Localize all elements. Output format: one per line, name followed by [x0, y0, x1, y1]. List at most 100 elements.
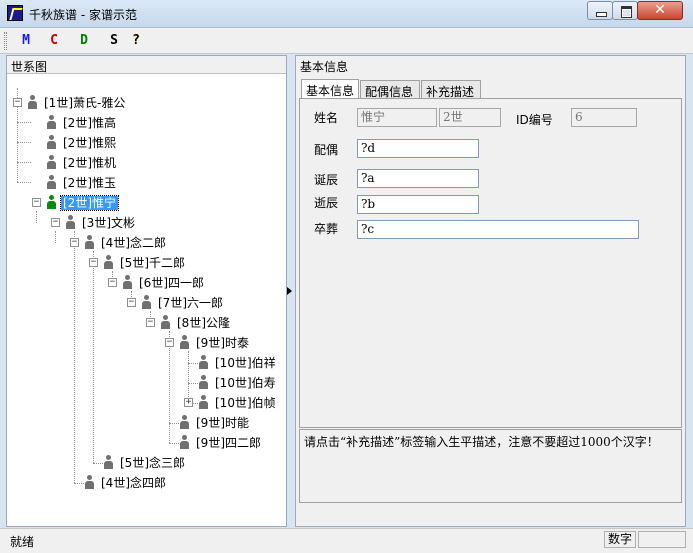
tree-node-label: [10世]伯帧: [215, 396, 276, 410]
collapse-toggle[interactable]: −: [165, 338, 174, 347]
id-label: ID编号: [516, 113, 553, 127]
close-button[interactable]: ✕: [637, 1, 683, 20]
tree-node-label: [8世]公隆: [177, 316, 230, 330]
close-icon: ✕: [654, 2, 666, 18]
status-cell-empty: [638, 531, 686, 548]
collapse-toggle[interactable]: −: [51, 218, 60, 227]
generation-field[interactable]: 2世: [439, 108, 501, 127]
person-icon: [46, 135, 57, 149]
person-icon: [179, 415, 190, 429]
tree-line: [17, 162, 31, 163]
birth-input[interactable]: ?a: [357, 169, 479, 188]
numlock-indicator: 数字: [604, 531, 636, 548]
burial-label: 卒葬: [314, 222, 339, 236]
burial-input[interactable]: ?c: [357, 220, 639, 239]
person-icon: [179, 335, 190, 349]
tree-node-label: [5世]千二郎: [120, 256, 185, 270]
birth-label: 诞辰: [314, 173, 339, 187]
tree-node-selected[interactable]: [2世]惟宁: [46, 194, 119, 212]
spouse-input[interactable]: ?d: [357, 139, 479, 158]
person-icon: [46, 175, 57, 189]
tree-node[interactable]: [10世]伯祥: [198, 354, 278, 372]
tree-node-label: [9世]四二郎: [196, 436, 261, 450]
person-icon: [46, 115, 57, 129]
person-icon: [65, 215, 76, 229]
tree-node[interactable]: [2世]惟高: [46, 114, 118, 132]
tree-node-label: [7世]六一郎: [158, 296, 223, 310]
collapse-toggle[interactable]: −: [89, 258, 98, 267]
toolbar-button-help[interactable]: ?: [126, 32, 146, 50]
tree-line: [188, 351, 189, 403]
status-text: 就绪: [10, 535, 35, 549]
tree-node[interactable]: [10世]伯帧: [198, 394, 278, 412]
minimize-button[interactable]: [587, 1, 613, 20]
collapse-toggle[interactable]: −: [32, 198, 41, 207]
genealogy-tree-panel: 世系图 − − − − − − − − − + [1世]萧氏-雅公 [2世]惟高…: [6, 55, 287, 527]
tree-node[interactable]: [9世]四二郎: [179, 434, 263, 452]
id-field[interactable]: 6: [571, 108, 637, 127]
person-icon: [103, 455, 114, 469]
tree-line: [17, 122, 31, 123]
tree-node[interactable]: [9世]时泰: [179, 334, 251, 352]
toolbar-grip[interactable]: [4, 32, 7, 50]
tree-node-label: [1世]萧氏-雅公: [44, 96, 126, 110]
tree-line: [93, 251, 94, 463]
collapse-toggle[interactable]: −: [108, 278, 117, 287]
person-icon: [84, 235, 95, 249]
expand-toggle[interactable]: +: [184, 398, 193, 407]
toolbar-button-m[interactable]: M: [16, 32, 36, 50]
tree-node-label: [3世]文彬: [82, 216, 135, 230]
tree-node[interactable]: [7世]六一郎: [141, 294, 225, 312]
tree-node[interactable]: [5世]念三郎: [103, 454, 187, 472]
toolbar-label-c: C: [50, 33, 58, 48]
tree-node[interactable]: [4世]念二郎: [84, 234, 168, 252]
toolbar-label-m: M: [22, 33, 30, 48]
toolbar-button-d[interactable]: D: [74, 32, 94, 50]
collapse-toggle[interactable]: −: [70, 238, 79, 247]
person-icon: [84, 475, 95, 489]
basic-info-form: 姓名 惟宁 2世 ID编号 6 配偶 ?d 诞辰 ?a 逝辰 ?b 卒葬 ?c: [299, 98, 682, 428]
info-panel: 基本信息 基本信息 配偶信息 补充描述 姓名 惟宁 2世 ID编号 6 配偶 ?…: [295, 55, 686, 527]
tab-basic-info[interactable]: 基本信息: [301, 79, 359, 100]
name-field[interactable]: 惟宁: [357, 108, 437, 127]
maximize-button[interactable]: [612, 1, 638, 20]
collapse-toggle[interactable]: −: [146, 318, 155, 327]
tree-node[interactable]: [6世]四一郎: [122, 274, 206, 292]
person-icon: [179, 435, 190, 449]
collapse-toggle[interactable]: −: [13, 98, 22, 107]
tree-panel-title: 世系图: [7, 56, 286, 74]
tree-node-label: [2世]惟高: [63, 116, 116, 130]
tree-node[interactable]: [3世]文彬: [65, 214, 137, 232]
death-input[interactable]: ?b: [357, 195, 479, 214]
genealogy-tree[interactable]: − − − − − − − − − + [1世]萧氏-雅公 [2世]惟高 [2世…: [7, 74, 286, 526]
splitter-arrow-icon[interactable]: [287, 287, 292, 295]
tab-description[interactable]: 补充描述: [421, 80, 481, 99]
person-icon: [198, 395, 209, 409]
person-icon: [141, 295, 152, 309]
tree-node[interactable]: [10世]伯寿: [198, 374, 278, 392]
death-label: 逝辰: [314, 196, 339, 210]
tree-node[interactable]: [2世]惟熙: [46, 134, 118, 152]
person-icon: [198, 375, 209, 389]
tree-node-label: [2世]惟熙: [63, 136, 116, 150]
tree-line: [17, 142, 31, 143]
tree-node[interactable]: [5世]千二郎: [103, 254, 187, 272]
tree-node-label: [2世]惟玉: [63, 176, 116, 190]
tree-node[interactable]: [2世]惟玉: [46, 174, 118, 192]
tree-line: [74, 231, 75, 483]
toolbar-button-s[interactable]: S: [104, 32, 124, 50]
tree-node-label: [4世]念二郎: [101, 236, 166, 250]
tree-node-label: [5世]念三郎: [120, 456, 185, 470]
tree-node[interactable]: [8世]公隆: [160, 314, 232, 332]
collapse-toggle[interactable]: −: [127, 298, 136, 307]
person-icon: [122, 275, 133, 289]
tree-node[interactable]: [2世]惟机: [46, 154, 118, 172]
tree-node[interactable]: [4世]念四郎: [84, 474, 168, 492]
tree-node[interactable]: [1世]萧氏-雅公: [27, 94, 127, 112]
description-box[interactable]: 请点击“补充描述”标签输入生平描述，注意不要超过1000个汉字！: [299, 429, 682, 503]
tree-line: [55, 231, 56, 243]
toolbar-button-c[interactable]: C: [44, 32, 64, 50]
tree-node[interactable]: [9世]时能: [179, 414, 251, 432]
tab-spouse-info[interactable]: 配偶信息: [360, 80, 420, 99]
title-bar: 千秋族谱 - 家谱示范 ✕: [0, 0, 693, 28]
